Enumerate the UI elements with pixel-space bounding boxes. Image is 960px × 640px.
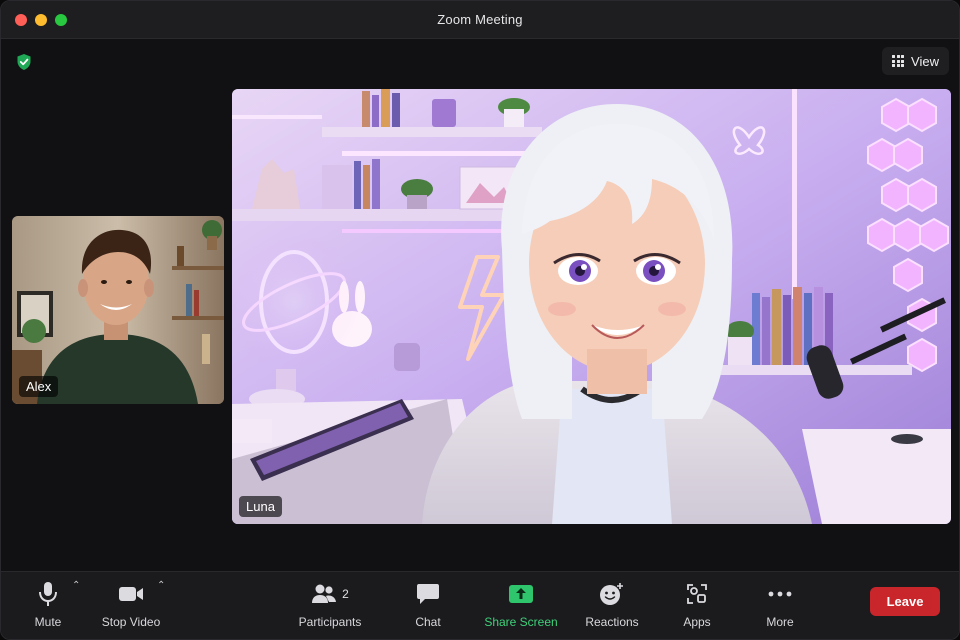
leave-button[interactable]: Leave: [870, 587, 940, 616]
participants-count: 2: [342, 587, 349, 601]
participants-label: Participants: [298, 615, 362, 629]
stop-video-label: Stop Video: [101, 615, 161, 629]
apps-icon: [687, 584, 707, 604]
more-button[interactable]: More: [761, 580, 799, 636]
participant-luna-image: [232, 89, 951, 524]
zoom-window: Zoom Meeting View Alex Luna Mute ⌃ Stop …: [0, 0, 960, 640]
microphone-icon: [39, 582, 57, 606]
mute-label: Mute: [34, 615, 62, 629]
video-options-chevron-up-icon[interactable]: ⌃: [157, 580, 165, 591]
reactions-button[interactable]: Reactions: [585, 580, 639, 636]
apps-button[interactable]: Apps: [677, 580, 717, 636]
window-title: Zoom Meeting: [437, 12, 523, 27]
participant-video-luna[interactable]: Luna: [232, 89, 951, 524]
reactions-label: Reactions: [585, 615, 639, 629]
share-screen-arrow-up-icon: [509, 585, 533, 603]
share-screen-button[interactable]: Share Screen: [484, 580, 558, 636]
participants-button[interactable]: 2 Participants: [297, 580, 363, 636]
participants-icon: [312, 584, 337, 603]
chat-icon: [417, 584, 439, 604]
more-label: More: [766, 615, 794, 629]
apps-label: Apps: [683, 615, 711, 629]
audio-options-chevron-up-icon[interactable]: ⌃: [72, 580, 80, 591]
shield-check-icon[interactable]: [15, 53, 33, 71]
more-dots-icon: [768, 591, 792, 597]
meeting-toolbar: Mute ⌃ Stop Video ⌃ 2 Participants Chat …: [1, 571, 959, 639]
video-camera-icon: [119, 587, 143, 601]
chat-label: Chat: [415, 615, 441, 629]
stop-video-button[interactable]: Stop Video: [99, 580, 163, 636]
mute-button[interactable]: Mute: [27, 580, 69, 636]
participant-name-tag: Alex: [19, 376, 59, 397]
title-bar: Zoom Meeting: [1, 1, 959, 39]
participant-name-tag: Luna: [239, 496, 282, 517]
smiley-reaction-icon: [600, 583, 623, 605]
share-screen-label: Share Screen: [484, 615, 558, 629]
meeting-stage: View Alex Luna: [1, 39, 959, 571]
chat-button[interactable]: Chat: [408, 580, 448, 636]
view-button[interactable]: View: [882, 47, 949, 75]
participant-video-alex[interactable]: Alex: [12, 216, 224, 404]
view-label: View: [911, 53, 939, 69]
grid-icon: [892, 55, 905, 67]
